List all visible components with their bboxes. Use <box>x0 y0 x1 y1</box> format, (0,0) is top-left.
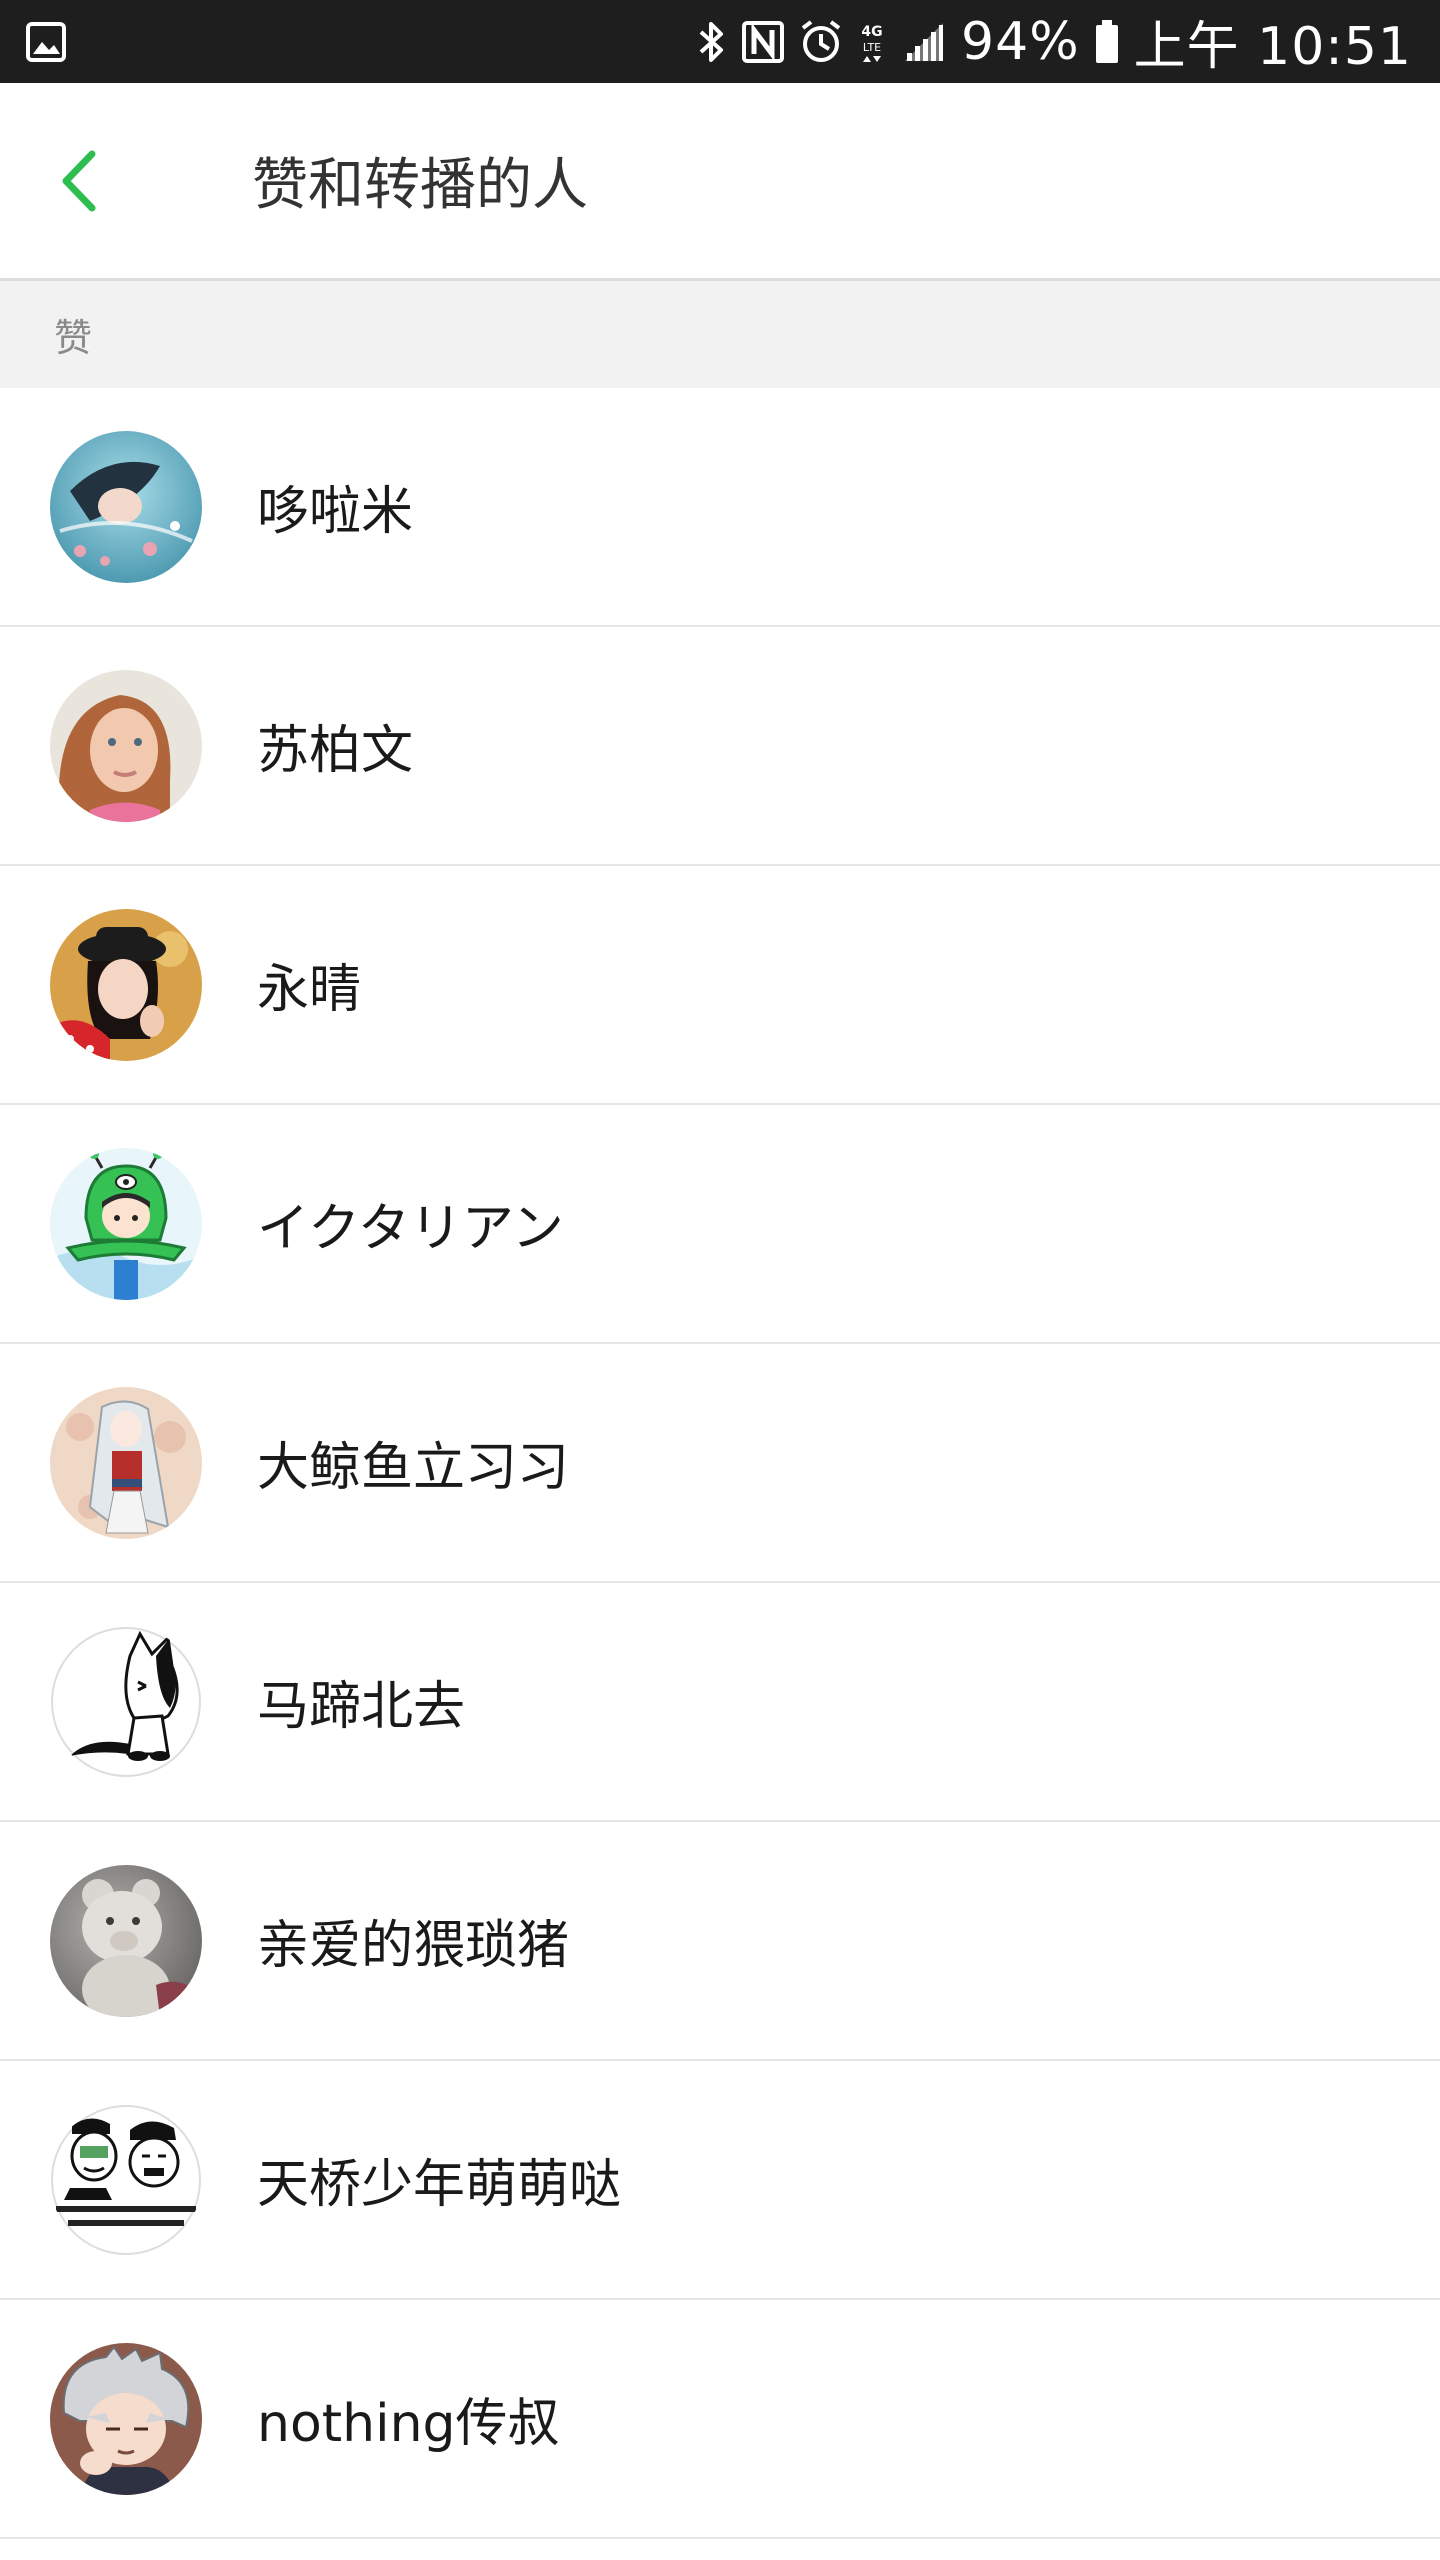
user-name: nothing传叔 <box>257 2394 560 2454</box>
user-name: 大鲸鱼立习习 <box>257 1438 570 1498</box>
user-name: 马蹄北去 <box>257 1677 466 1737</box>
user-list-item[interactable]: 亲爱的猥琐猪 <box>0 1822 1440 2061</box>
teddy-bear-avatar <box>50 1864 202 2017</box>
user-list-item[interactable]: 永晴 <box>0 866 1440 1105</box>
gallery-icon <box>24 20 68 64</box>
green-alien-cartoon-avatar <box>50 1147 202 1300</box>
user-name: 永晴 <box>257 960 362 1020</box>
girl-photo-avatar <box>50 669 202 822</box>
battery-icon <box>1094 18 1120 66</box>
svg-text:LTE: LTE <box>863 41 881 54</box>
user-name: 天桥少年萌萌哒 <box>257 2155 622 2215</box>
chevron-left-icon <box>62 150 96 211</box>
anime-girl-swimming-avatar <box>50 430 202 583</box>
user-name: 亲爱的猥琐猪 <box>257 1916 570 1976</box>
status-bar: 4G LTE 94% 上午 10:51 <box>0 0 1440 83</box>
page-title: 赞和转播的人 <box>252 153 588 218</box>
user-name: 哆啦米 <box>257 482 414 542</box>
anime-silver-hair-avatar <box>50 2342 202 2495</box>
status-left <box>24 20 68 64</box>
cartoon-cat-avatar <box>50 1625 202 1778</box>
user-list-item[interactable]: 哆啦米 <box>0 388 1440 627</box>
user-name: 苏柏文 <box>257 721 414 781</box>
user-list-item[interactable]: 马蹄北去 <box>0 1583 1440 1822</box>
network-4g-icon: 4G LTE <box>857 18 887 66</box>
alarm-icon <box>799 18 843 66</box>
user-list-item[interactable]: 苏柏文 <box>0 627 1440 866</box>
user-list-item[interactable]: イクタリアン <box>0 1105 1440 1344</box>
user-name: イクタリアン <box>257 1199 564 1259</box>
user-list-item[interactable]: nothing传叔 <box>0 2300 1440 2539</box>
svg-text:4G: 4G <box>861 24 882 40</box>
signal-icon <box>901 19 947 65</box>
back-button[interactable] <box>0 82 160 280</box>
clock: 上午 10:51 <box>1133 17 1412 77</box>
section-header-likes: 赞 <box>0 281 1440 388</box>
user-list-item[interactable]: 天桥少年萌萌哒 <box>0 2061 1440 2300</box>
battery-percentage: 94% <box>961 11 1080 72</box>
nfc-icon <box>741 18 785 66</box>
user-list: 哆啦米 苏柏文 永晴 イクタリアン 大鲸鱼立习习 马蹄北去 亲爱的猥琐猪 天桥少… <box>0 388 1440 2539</box>
app-bar: 赞和转播的人 <box>0 83 1440 281</box>
bluetooth-icon <box>697 18 727 66</box>
woman-hat-photo-avatar <box>50 908 202 1061</box>
anime-white-hair-avatar <box>50 1386 202 1539</box>
meme-comic-avatar <box>50 2103 202 2256</box>
user-list-item[interactable]: 大鲸鱼立习习 <box>0 1344 1440 1583</box>
status-right: 4G LTE 94% 上午 10:51 <box>697 4 1412 79</box>
